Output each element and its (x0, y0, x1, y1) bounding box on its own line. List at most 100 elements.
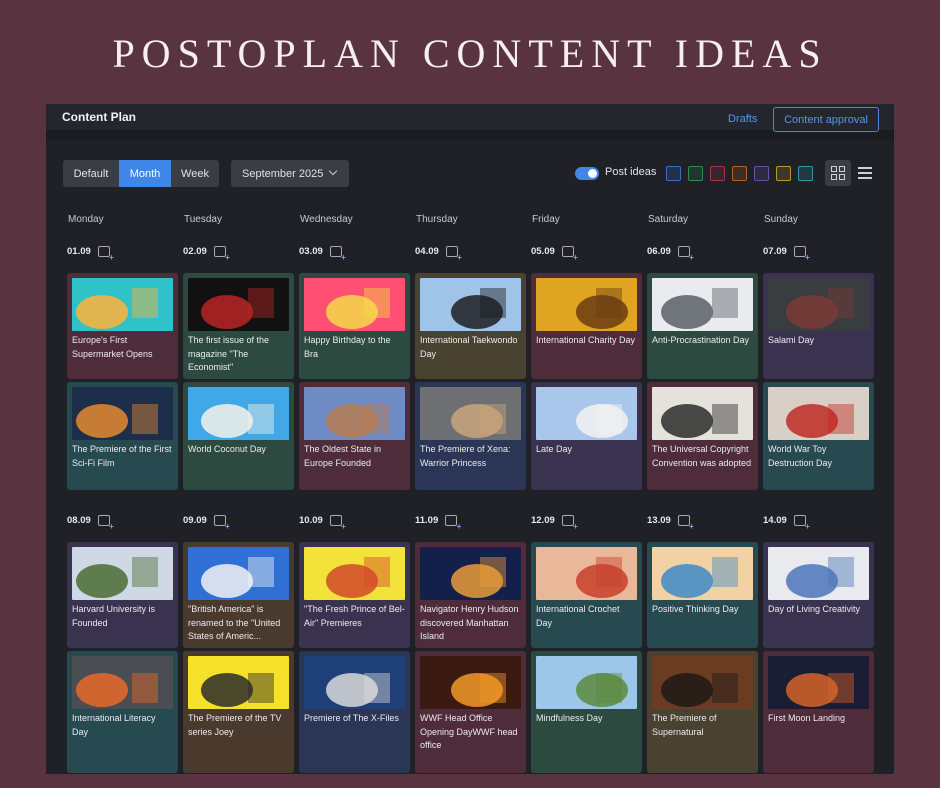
drafts-link[interactable]: Drafts (728, 113, 757, 125)
day-date-label[interactable]: 09.09 (183, 515, 230, 531)
day-date-label[interactable]: 02.09 (183, 246, 230, 262)
date-text: 13.09 (647, 515, 671, 526)
post-idea-card[interactable]: Europe's First Supermarket Opens (67, 273, 178, 379)
post-idea-card[interactable]: The Premiere of Supernatural (647, 651, 758, 773)
post-idea-card[interactable]: The first issue of the magazine "The Eco… (183, 273, 294, 379)
post-idea-card[interactable]: First Moon Landing (763, 651, 874, 773)
post-idea-thumbnail (72, 656, 173, 709)
post-idea-card[interactable]: The Premiere of Xena: Warrior Princess (415, 382, 526, 490)
post-idea-card[interactable]: The Premiere of the First Sci-Fi Film (67, 382, 178, 490)
add-image-icon[interactable] (213, 515, 230, 531)
content-approval-button[interactable]: Content approval (773, 107, 879, 132)
day-date-label[interactable]: 10.09 (299, 515, 346, 531)
post-idea-card[interactable]: The Premiere of the TV series Joey (183, 651, 294, 773)
post-idea-thumbnail (72, 278, 173, 331)
post-idea-card[interactable]: Day of Living Creativity (763, 542, 874, 648)
add-image-icon[interactable] (793, 246, 810, 262)
date-text: 04.09 (415, 246, 439, 257)
grid-view-icon[interactable] (825, 160, 851, 186)
post-idea-title: "The Fresh Prince of Bel-Air" Premieres (304, 604, 405, 628)
post-idea-title: Day of Living Creativity (768, 604, 861, 614)
post-ideas-toggle[interactable] (575, 167, 599, 180)
post-idea-card[interactable]: Salami Day (763, 273, 874, 379)
add-image-icon[interactable] (677, 246, 694, 262)
day-date-label[interactable]: 11.09 (415, 515, 461, 531)
color-swatch[interactable] (732, 166, 747, 181)
add-image-icon[interactable] (329, 515, 346, 531)
day-date-label[interactable]: 05.09 (531, 246, 578, 262)
add-image-icon[interactable] (561, 515, 578, 531)
add-image-icon[interactable] (97, 515, 114, 531)
post-ideas-label: Post ideas (605, 166, 657, 178)
day-date-label[interactable]: 04.09 (415, 246, 462, 262)
view-week-button[interactable]: Week (171, 160, 219, 187)
post-idea-card[interactable]: Anti-Procrastination Day (647, 273, 758, 379)
app-header: Content Plan Drafts Content approval (46, 104, 894, 140)
post-idea-card[interactable]: Harvard University is Founded (67, 542, 178, 648)
post-idea-card[interactable]: WWF Head Office Opening DayWWF head offi… (415, 651, 526, 773)
weekday-header: Thursday (416, 214, 458, 225)
day-date-label[interactable]: 12.09 (531, 515, 578, 531)
post-idea-card[interactable]: Positive Thinking Day (647, 542, 758, 648)
day-date-label[interactable]: 01.09 (67, 246, 114, 262)
post-idea-card[interactable]: International Charity Day (531, 273, 642, 379)
color-swatch[interactable] (710, 166, 725, 181)
post-idea-card[interactable]: International Crochet Day (531, 542, 642, 648)
post-idea-title: Europe's First Supermarket Opens (72, 335, 153, 359)
post-idea-card[interactable]: International Literacy Day (67, 651, 178, 773)
date-text: 09.09 (183, 515, 207, 526)
post-idea-card[interactable]: Happy Birthday to the Bra (299, 273, 410, 379)
post-idea-card[interactable]: International Taekwondo Day (415, 273, 526, 379)
post-idea-card[interactable]: "The Fresh Prince of Bel-Air" Premieres (299, 542, 410, 648)
color-swatch[interactable] (776, 166, 791, 181)
post-idea-title: Positive Thinking Day (652, 604, 739, 614)
color-swatch[interactable] (754, 166, 769, 181)
add-image-icon[interactable] (97, 246, 114, 262)
post-idea-title: WWF Head Office Opening DayWWF head offi… (420, 713, 518, 750)
post-idea-card[interactable]: World Coconut Day (183, 382, 294, 490)
post-idea-thumbnail (536, 387, 637, 440)
post-idea-card[interactable]: World War Toy Destruction Day (763, 382, 874, 490)
post-idea-title: The Premiere of Xena: Warrior Princess (420, 444, 511, 468)
post-idea-card[interactable]: "British America" is renamed to the "Uni… (183, 542, 294, 648)
date-text: 05.09 (531, 246, 555, 257)
post-idea-card[interactable]: Late Day (531, 382, 642, 490)
post-idea-card[interactable]: Premiere of The X-Files (299, 651, 410, 773)
post-idea-thumbnail (768, 656, 869, 709)
month-selector[interactable]: September 2025 (231, 160, 349, 187)
date-text: 02.09 (183, 246, 207, 257)
day-date-label[interactable]: 14.09 (763, 515, 810, 531)
day-date-label[interactable]: 07.09 (763, 246, 810, 262)
day-date-label[interactable]: 13.09 (647, 515, 694, 531)
post-idea-card[interactable]: Mindfulness Day (531, 651, 642, 773)
post-idea-card[interactable]: Navigator Henry Hudson discovered Manhat… (415, 542, 526, 648)
add-image-icon[interactable] (445, 515, 461, 531)
post-idea-card[interactable]: The Oldest State in Europe Founded (299, 382, 410, 490)
list-view-icon[interactable] (858, 167, 872, 179)
post-idea-thumbnail (188, 656, 289, 709)
date-text: 03.09 (299, 246, 323, 257)
post-idea-thumbnail (652, 547, 753, 600)
add-image-icon[interactable] (677, 515, 694, 531)
day-date-label[interactable]: 06.09 (647, 246, 694, 262)
add-image-icon[interactable] (445, 246, 462, 262)
add-image-icon[interactable] (561, 246, 578, 262)
color-swatch[interactable] (688, 166, 703, 181)
day-date-label[interactable]: 03.09 (299, 246, 346, 262)
post-idea-thumbnail (536, 656, 637, 709)
post-idea-thumbnail (188, 278, 289, 331)
add-image-icon[interactable] (793, 515, 810, 531)
weekday-header: Friday (532, 214, 560, 225)
add-image-icon[interactable] (329, 246, 346, 262)
color-swatch[interactable] (666, 166, 681, 181)
post-idea-thumbnail (768, 547, 869, 600)
view-default-button[interactable]: Default (63, 160, 119, 187)
page-title: Content Plan (62, 110, 136, 124)
color-swatch[interactable] (798, 166, 813, 181)
add-image-icon[interactable] (213, 246, 230, 262)
post-idea-card[interactable]: The Universal Copyright Convention was a… (647, 382, 758, 490)
view-month-button[interactable]: Month (119, 160, 171, 187)
day-date-label[interactable]: 08.09 (67, 515, 114, 531)
post-idea-title: The Premiere of the First Sci-Fi Film (72, 444, 172, 468)
date-text: 11.09 (415, 515, 439, 526)
